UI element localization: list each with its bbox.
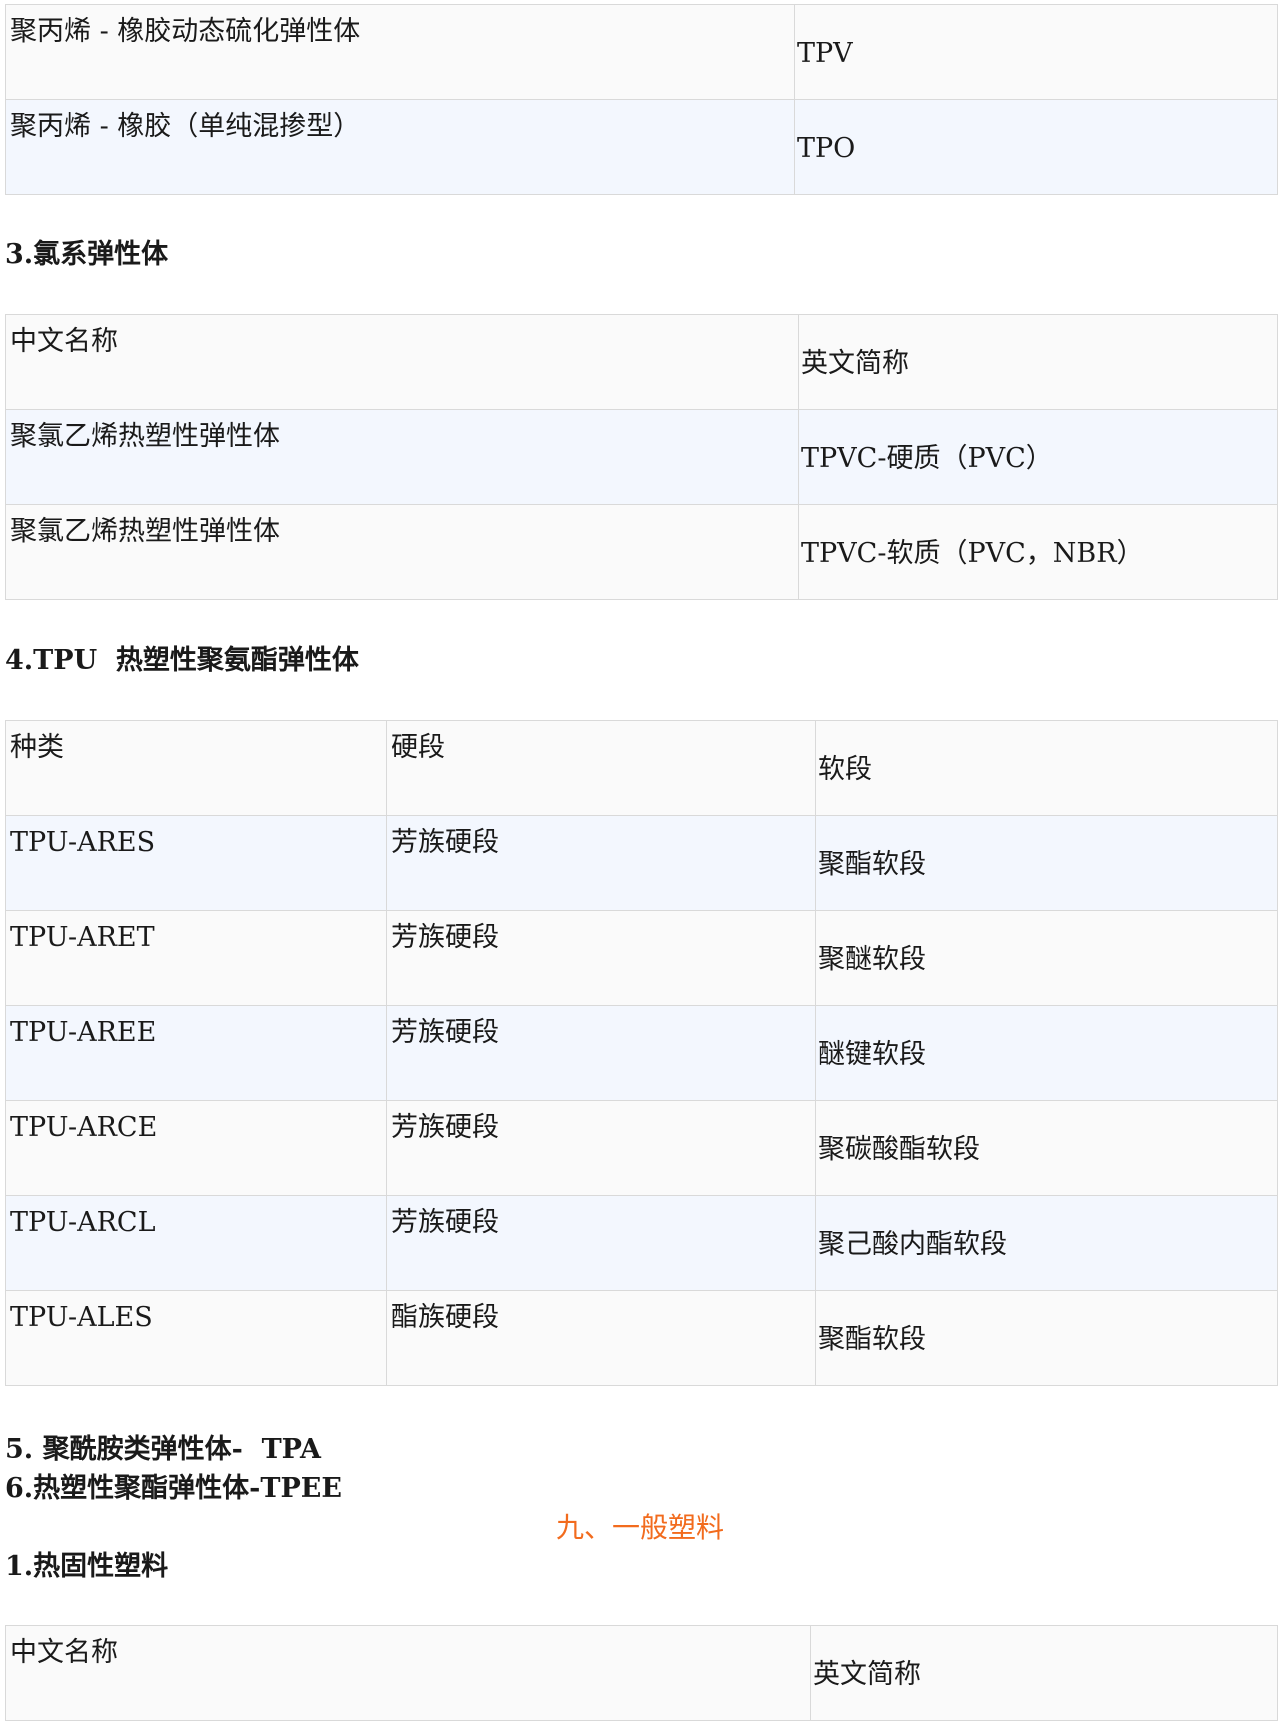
table-cell: TPU-ARES [5,815,387,911]
table-cell: 醚键软段 [815,1005,1278,1101]
hard-segment: 芳族硬段 [391,922,499,953]
table-cell: TPU-ARET [5,910,387,1006]
column-header: 种类 [10,732,64,763]
abbreviation: TPVC-硬质（PVC） [801,443,1053,474]
table-row: TPU-ARCL 芳族硬段 聚己酸内酯软段 [5,1195,1278,1291]
soft-segment: 聚醚软段 [818,944,926,975]
elastomer-table: 聚丙烯 - 橡胶动态硫化弹性体 TPV 聚丙烯 - 橡胶（单纯混掺型） TPO [5,4,1278,195]
table-cell: 聚碳酸酯软段 [815,1100,1278,1196]
table-cell: 芳族硬段 [386,815,816,911]
table-cell: 芳族硬段 [386,1005,816,1101]
tpu-type: TPU-ARCE [10,1112,158,1143]
table-row: TPU-AREE 芳族硬段 醚键软段 [5,1005,1278,1101]
table-row: TPU-ARET 芳族硬段 聚醚软段 [5,910,1278,1006]
header-cell: 英文简称 [810,1625,1278,1721]
column-header: 软段 [818,754,872,785]
table-cell: 聚氯乙烯热塑性弹性体 [5,409,799,505]
tpu-type: TPU-AREE [10,1017,157,1048]
abbreviation: TPO [797,133,856,164]
chinese-name: 聚氯乙烯热塑性弹性体 [10,421,280,452]
tpu-type: TPU-ARCL [10,1207,156,1238]
table-cell: 芳族硬段 [386,910,816,1006]
table-row: TPU-ARCE 芳族硬段 聚碳酸酯软段 [5,1100,1278,1196]
section-heading: 5. 聚酰胺类弹性体- TPA [5,1434,321,1465]
table-header-row: 种类 硬段 软段 [5,720,1278,816]
section-heading: 6.热塑性聚酯弹性体-TPEE [5,1473,342,1504]
header-cell: 中文名称 [5,1625,811,1721]
soft-segment: 聚己酸内酯软段 [818,1229,1007,1260]
tpu-type: TPU-ALES [10,1302,153,1333]
chinese-name: 聚氯乙烯热塑性弹性体 [10,516,280,547]
hard-segment: 芳族硬段 [391,1207,499,1238]
hard-segment: 酯族硬段 [391,1302,499,1333]
table-cell: 芳族硬段 [386,1195,816,1291]
table-row: 聚丙烯 - 橡胶动态硫化弹性体 TPV [5,4,1278,100]
tpu-type: TPU-ARET [10,922,155,953]
header-cell: 硬段 [386,720,816,816]
table-row: TPU-ALES 酯族硬段 聚酯软段 [5,1290,1278,1386]
table-row: 聚氯乙烯热塑性弹性体 TPVC-软质（PVC，NBR） [5,504,1278,600]
section-heading: 3.氯系弹性体 [5,239,169,270]
header-cell: 种类 [5,720,387,816]
section-heading: 4.TPU 热塑性聚氨酯弹性体 [5,645,359,676]
column-header: 中文名称 [10,326,118,357]
tpu-table: 种类 硬段 软段 TPU-ARES 芳族硬段 聚酯软段 TPU-ARET 芳族硬… [5,720,1278,1386]
table-cell: 聚己酸内酯软段 [815,1195,1278,1291]
header-cell: 英文简称 [798,314,1278,410]
header-cell: 软段 [815,720,1278,816]
hard-segment: 芳族硬段 [391,827,499,858]
table-cell: 聚丙烯 - 橡胶动态硫化弹性体 [5,4,795,100]
column-header: 英文简称 [801,348,909,379]
hard-segment: 芳族硬段 [391,1017,499,1048]
thermoset-table: 中文名称 英文简称 [5,1625,1278,1721]
chinese-name: 聚丙烯 - 橡胶动态硫化弹性体 [10,16,361,47]
table-header-row: 中文名称 英文简称 [5,314,1278,410]
table-cell: TPU-ARCL [5,1195,387,1291]
tpu-type: TPU-ARES [10,827,156,858]
chinese-name: 聚丙烯 - 橡胶（单纯混掺型） [10,111,361,142]
column-header: 英文简称 [813,1659,921,1690]
column-header: 中文名称 [10,1637,118,1668]
table-row: TPU-ARES 芳族硬段 聚酯软段 [5,815,1278,911]
table-cell: TPVC-软质（PVC，NBR） [798,504,1278,600]
table-cell: TPU-AREE [5,1005,387,1101]
chlorine-elastomer-table: 中文名称 英文简称 聚氯乙烯热塑性弹性体 TPVC-硬质（PVC） 聚氯乙烯热塑… [5,314,1278,600]
table-cell: 聚醚软段 [815,910,1278,1006]
table-cell: 聚氯乙烯热塑性弹性体 [5,504,799,600]
abbreviation: TPVC-软质（PVC，NBR） [801,538,1144,569]
table-cell: TPV [794,4,1278,100]
section-heading: 1.热固性塑料 [5,1551,169,1582]
soft-segment: 聚碳酸酯软段 [818,1134,980,1165]
hard-segment: 芳族硬段 [391,1112,499,1143]
table-cell: 聚酯软段 [815,1290,1278,1386]
chapter-title: 九、一般塑料 [555,1511,724,1544]
table-cell: 聚丙烯 - 橡胶（单纯混掺型） [5,99,795,195]
table-row: 聚丙烯 - 橡胶（单纯混掺型） TPO [5,99,1278,195]
soft-segment: 醚键软段 [818,1039,926,1070]
column-header: 硬段 [391,732,445,763]
table-cell: 酯族硬段 [386,1290,816,1386]
soft-segment: 聚酯软段 [818,1324,926,1355]
table-cell: 芳族硬段 [386,1100,816,1196]
header-cell: 中文名称 [5,314,799,410]
table-header-row: 中文名称 英文简称 [5,1625,1278,1721]
table-row: 聚氯乙烯热塑性弹性体 TPVC-硬质（PVC） [5,409,1278,505]
table-cell: TPU-ALES [5,1290,387,1386]
table-cell: TPVC-硬质（PVC） [798,409,1278,505]
table-cell: TPU-ARCE [5,1100,387,1196]
table-cell: 聚酯软段 [815,815,1278,911]
soft-segment: 聚酯软段 [818,849,926,880]
table-cell: TPO [794,99,1278,195]
abbreviation: TPV [797,38,853,69]
